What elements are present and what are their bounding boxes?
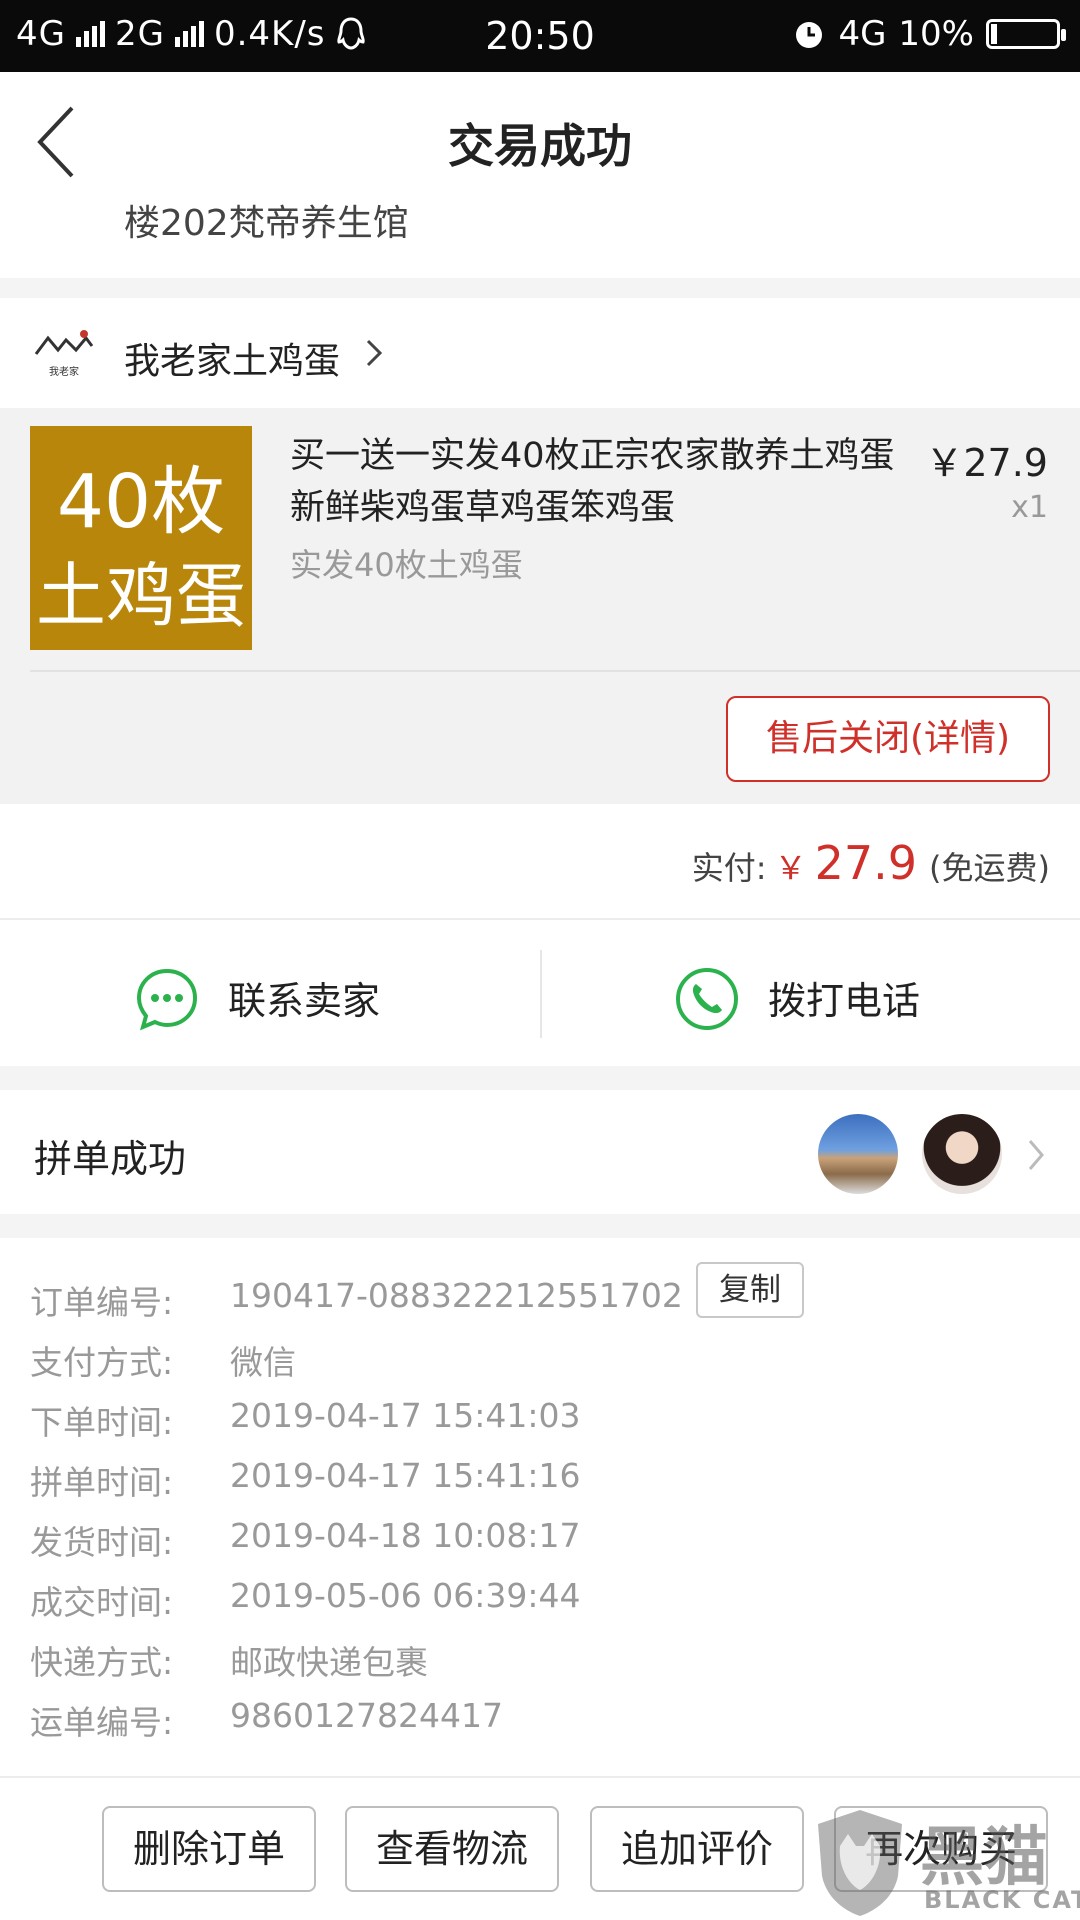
- ship-time-label: 发货时间:: [30, 1523, 174, 1562]
- page-title: 交易成功: [448, 119, 632, 173]
- info-row-ship-time: 发货时间: 2019-04-18 10:08:17: [0, 1516, 1080, 1566]
- add-review-button[interactable]: 追加评价: [590, 1806, 804, 1892]
- chevron-right-icon: [1028, 1140, 1044, 1170]
- order-number-value: 190417-088322212551702: [230, 1276, 683, 1315]
- paid-amount: 27.9: [814, 836, 918, 890]
- contact-seller-label: 联系卖家: [228, 979, 381, 1023]
- view-logistics-button[interactable]: 查看物流: [345, 1806, 559, 1892]
- alarm-icon: [796, 22, 823, 48]
- product-title[interactable]: 买一送一实发40枚正宗农家散养土鸡蛋新鲜柴鸡蛋草鸡蛋笨鸡蛋: [290, 430, 910, 534]
- call-phone-button[interactable]: 拨打电话: [540, 920, 1080, 1066]
- address-tail: 楼202梵帝养生馆: [124, 203, 409, 244]
- shop-logo-text: 我老家: [49, 367, 79, 378]
- battery-percent: 10%: [898, 14, 974, 54]
- payment-method-label: 支付方式:: [30, 1343, 174, 1382]
- section-gap: [0, 1214, 1080, 1238]
- info-row-waybill: 运单编号: 9860127824417: [0, 1696, 1080, 1746]
- group-buy-label: 拼单成功: [34, 1137, 187, 1181]
- house-icon: [34, 330, 94, 355]
- info-row-deal-time: 成交时间: 2019-05-06 06:39:44: [0, 1576, 1080, 1626]
- delete-order-button[interactable]: 删除订单: [102, 1806, 316, 1892]
- product-quantity: x1: [1011, 490, 1048, 525]
- paid-label: 实付:: [691, 849, 767, 887]
- black-cat-logo-icon: [818, 1810, 902, 1916]
- avatar: [922, 1114, 1002, 1194]
- ship-time-value: 2019-04-18 10:08:17: [230, 1516, 581, 1555]
- info-row-payment-method: 支付方式: 微信: [0, 1336, 1080, 1386]
- status-right: 4G 10%: [792, 14, 1066, 54]
- chat-bubble-icon: [136, 968, 198, 1031]
- paid-row: 实付: ￥ 27.9 (免运费): [0, 804, 1080, 920]
- product-panel: 40枚 土鸡蛋 买一送一实发40枚正宗农家散养土鸡蛋新鲜柴鸡蛋草鸡蛋笨鸡蛋 实发…: [0, 408, 1080, 804]
- watermark-cn: 黑猫: [920, 1821, 1048, 1895]
- payment-method-value: 微信: [230, 1343, 296, 1382]
- info-row-order-time: 下单时间: 2019-04-17 15:41:03: [0, 1396, 1080, 1446]
- shop-name: 我老家土鸡蛋: [124, 341, 341, 382]
- deal-time-value: 2019-05-06 06:39:44: [230, 1576, 581, 1615]
- order-time-label: 下单时间:: [30, 1403, 174, 1442]
- info-row-express: 快递方式: 邮政快递包裹: [0, 1636, 1080, 1686]
- contact-seller-button[interactable]: 联系卖家: [0, 920, 540, 1066]
- aftersale-button[interactable]: 售后关闭(详情): [726, 696, 1050, 782]
- watermark: 黑猫 BLACK CAT: [812, 1806, 1080, 1918]
- express-value: 邮政快递包裹: [230, 1643, 428, 1682]
- product-spec: 实发40枚土鸡蛋: [290, 546, 523, 584]
- shop-row[interactable]: 我老家 我老家土鸡蛋: [0, 298, 1080, 408]
- group-time-label: 拼单时间:: [30, 1463, 174, 1502]
- status-bar: 4G 2G 0.4K/s 20:50 4G 10%: [0, 0, 1080, 72]
- call-phone-label: 拨打电话: [768, 979, 921, 1023]
- deal-time-label: 成交时间:: [30, 1583, 174, 1622]
- phone-icon: [676, 968, 738, 1030]
- watermark-en: BLACK CAT: [924, 1886, 1080, 1914]
- product-image-line1: 40枚: [56, 459, 226, 545]
- paid-note: (免运费): [929, 849, 1050, 887]
- contact-row: 联系卖家 拨打电话: [0, 920, 1080, 1066]
- shop-logo: 我老家: [34, 328, 94, 378]
- avatar: [818, 1114, 898, 1194]
- info-row-order-number: 订单编号: 190417-088322212551702: [0, 1276, 1080, 1326]
- info-row-group-time: 拼单时间: 2019-04-17 15:41:16: [0, 1456, 1080, 1506]
- divider: [30, 670, 1080, 672]
- order-time-value: 2019-04-17 15:41:03: [230, 1396, 581, 1435]
- product-image-line2: 土鸡蛋: [36, 555, 246, 637]
- battery-icon: [986, 19, 1066, 49]
- chevron-right-icon: [366, 339, 383, 367]
- product-price: ￥27.9: [925, 441, 1048, 485]
- section-gap: [0, 1066, 1080, 1090]
- group-time-value: 2019-04-17 15:41:16: [230, 1456, 581, 1495]
- network-type-3: 4G: [838, 14, 887, 54]
- group-buy-row[interactable]: 拼单成功: [0, 1090, 1080, 1214]
- nav-bar: 交易成功: [0, 72, 1080, 212]
- paid-currency: ￥: [774, 849, 807, 887]
- copy-button[interactable]: 复制: [696, 1262, 804, 1318]
- order-info-section: 订单编号: 190417-088322212551702 复制 支付方式: 微信…: [0, 1238, 1080, 1770]
- express-label: 快递方式:: [30, 1643, 174, 1682]
- section-gap: [0, 278, 1080, 298]
- waybill-label: 运单编号:: [30, 1703, 174, 1742]
- product-image[interactable]: 40枚 土鸡蛋: [30, 426, 252, 650]
- battery-fill: [991, 24, 997, 44]
- waybill-value: 9860127824417: [230, 1696, 503, 1735]
- order-number-label: 订单编号:: [30, 1283, 174, 1322]
